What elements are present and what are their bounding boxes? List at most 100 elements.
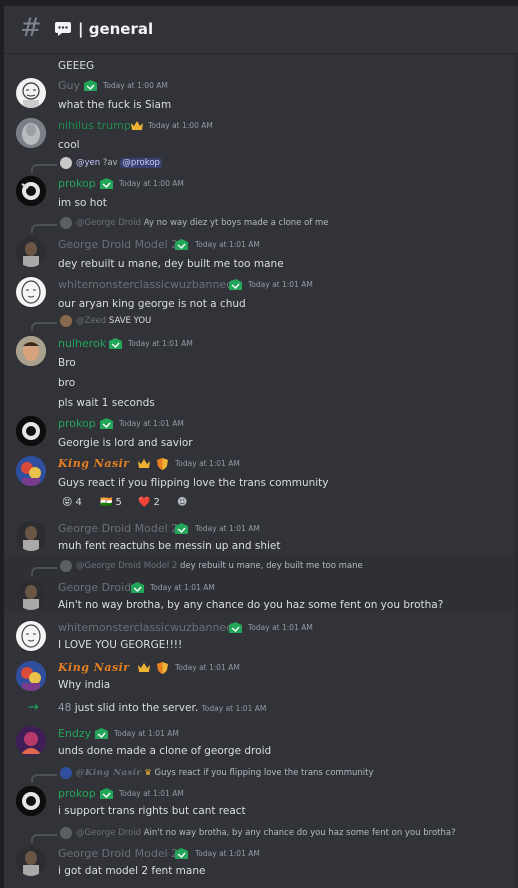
avatar[interactable] (16, 277, 46, 307)
avatar[interactable] (16, 456, 46, 486)
discord-window: # | general GEEEG Guy Today at 1:00 AM w… (4, 6, 518, 888)
message-text: GEEEG (58, 60, 95, 72)
green-role-badge-icon (84, 80, 97, 91)
reply-preview[interactable]: @yen ?av @prokop (76, 158, 162, 168)
avatar[interactable] (16, 237, 46, 267)
timestamp: Today at 1:01 AM (119, 789, 184, 798)
message-text: bro (58, 377, 76, 389)
reply-preview[interactable]: @Zeed SAVE YOU (76, 316, 151, 326)
message-text: Guys react if you flipping love the tran… (58, 477, 329, 489)
avatar[interactable] (16, 78, 46, 108)
author-name[interactable]: George Droid Model 2 (58, 847, 178, 860)
reply-avatar (60, 157, 72, 169)
message-text: I LOVE YOU GEORGE!!!! (58, 639, 183, 651)
green-role-badge-icon (175, 239, 188, 250)
green-role-badge-icon (229, 279, 242, 290)
message-text: Why india (58, 679, 111, 691)
crown-icon (138, 663, 150, 672)
channel-name: | general (78, 20, 154, 38)
reaction-chip[interactable]: 😝 4 (58, 493, 92, 511)
timestamp: Today at 1:01 AM (119, 419, 184, 428)
avatar[interactable] (16, 521, 46, 551)
avatar[interactable] (16, 621, 46, 651)
timestamp: Today at 1:01 AM (175, 459, 240, 468)
message-text: Bro (58, 357, 76, 369)
author-name[interactable]: nulherok (58, 337, 106, 350)
green-role-badge-icon (131, 582, 144, 593)
message-list[interactable]: GEEEG Guy Today at 1:00 AM what the fuck… (4, 54, 518, 888)
green-role-badge-icon (95, 728, 108, 739)
join-message: 48 just slid into the server. Today at 1… (58, 702, 267, 714)
add-reaction-button[interactable]: ☻ (172, 493, 192, 511)
reaction-count: 4 (75, 496, 82, 508)
author-name[interactable]: King Nasir (58, 661, 130, 674)
avatar[interactable] (16, 580, 46, 610)
author-name[interactable]: Guy (58, 79, 80, 92)
reply-preview[interactable]: @George Droid Ain't no way brotha, by an… (76, 828, 456, 838)
author-name[interactable]: prokop (58, 417, 96, 430)
reply-avatar (60, 767, 72, 779)
avatar[interactable] (16, 726, 46, 756)
reply-avatar (60, 217, 72, 229)
crown-icon (131, 121, 143, 130)
message-text: dey rebuilt u mane, dey built me too man… (58, 258, 284, 270)
timestamp: Today at 1:01 AM (195, 524, 260, 533)
author-name[interactable]: George Droid Model 2 (58, 238, 178, 251)
reaction-count: 2 (153, 496, 160, 508)
message-text: i got dat model 2 fent mane (58, 865, 206, 877)
reply-connector (31, 322, 57, 331)
reply-connector (31, 774, 57, 783)
author-name[interactable]: nihilus trump (58, 119, 131, 132)
reply-preview[interactable]: @King Nasir ♛ Guys react if you flipping… (76, 768, 374, 778)
timestamp: Today at 1:01 AM (195, 849, 260, 858)
avatar[interactable] (16, 786, 46, 816)
scrollbar-track[interactable] (514, 54, 518, 888)
avatar[interactable] (16, 118, 46, 148)
reply-connector (31, 834, 57, 843)
timestamp: Today at 1:00 AM (148, 121, 213, 130)
author-name[interactable]: prokop (58, 787, 96, 800)
message-text: i support trans rights but cant react (58, 805, 246, 817)
avatar[interactable] (16, 846, 46, 876)
author-name[interactable]: George Droid (58, 581, 131, 594)
join-user[interactable]: 48 (58, 702, 71, 714)
avatar[interactable] (16, 176, 46, 206)
channel-header: # | general (4, 6, 518, 54)
author-name[interactable]: Endzy (58, 727, 91, 740)
reply-connector (31, 567, 57, 576)
timestamp: Today at 1:01 AM (114, 729, 179, 738)
hash-icon: # (20, 13, 42, 43)
avatar[interactable] (16, 416, 46, 446)
timestamp: Today at 1:01 AM (128, 339, 193, 348)
avatar[interactable] (16, 336, 46, 366)
green-role-badge-icon (100, 418, 113, 429)
message-text: Ain't no way brotha, by any chance do yo… (58, 599, 444, 611)
reaction-emoji: 🇮🇳 (100, 496, 113, 508)
author-name[interactable]: prokop (58, 177, 96, 190)
reply-preview[interactable]: @George Droid Ay no way diez yt boys mad… (76, 218, 329, 228)
message-text: Georgie is lord and savior (58, 437, 193, 449)
author-name[interactable]: George Droid Model 2 (58, 522, 178, 535)
message-text: our aryan king george is not a chud (58, 298, 246, 310)
reaction-count: 5 (115, 496, 122, 508)
message-text: muh fent reactuhs be messin up and shiet (58, 540, 281, 552)
timestamp: Today at 1:01 AM (248, 280, 313, 289)
reply-preview[interactable]: @George Droid Model 2 dey rebuilt u mane… (76, 561, 363, 571)
add-reaction-icon: ☻ (177, 496, 188, 508)
reaction-emoji: 😝 (62, 496, 73, 508)
join-arrow-icon: → (28, 700, 39, 715)
reaction-chip[interactable]: ❤️ 2 (134, 493, 168, 511)
author-name[interactable]: whitemonsterclassicwuzbanned (58, 278, 233, 291)
green-role-badge-icon (109, 338, 122, 349)
reaction-emoji: ❤️ (138, 496, 151, 508)
reaction-chip[interactable]: 🇮🇳 5 (96, 493, 130, 511)
author-name[interactable]: King Nasir (58, 457, 130, 470)
timestamp: Today at 1:00 AM (103, 81, 168, 90)
author-name[interactable]: whitemonsterclassicwuzbanned (58, 621, 233, 634)
green-role-badge-icon (100, 788, 113, 799)
green-role-badge-icon (175, 523, 188, 534)
green-role-badge-icon (100, 178, 113, 189)
avatar[interactable] (16, 661, 46, 691)
reply-avatar (60, 315, 72, 327)
chat-bubble-icon (55, 22, 71, 36)
